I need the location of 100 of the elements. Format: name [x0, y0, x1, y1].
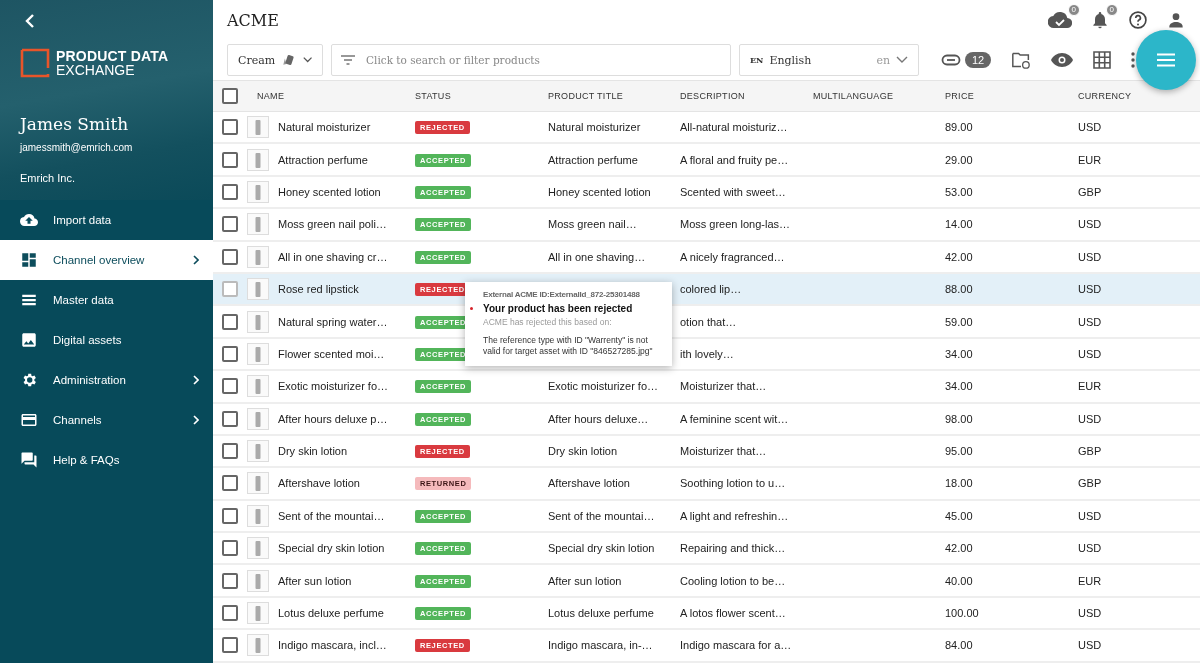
- product-name: Natural spring water…: [278, 315, 389, 328]
- row-checkbox[interactable]: [222, 443, 238, 460]
- product-thumbnail: [247, 440, 269, 463]
- bell-icon[interactable]: [1090, 10, 1110, 30]
- folder-sync-icon[interactable]: [1011, 51, 1032, 69]
- nav-item[interactable]: Channel overview: [0, 240, 213, 280]
- product-title: Lotus deluxe perfume: [548, 607, 654, 620]
- product-name: Rose red lipstick: [278, 283, 360, 296]
- row-checkbox[interactable]: [222, 605, 238, 622]
- row-checkbox[interactable]: [222, 216, 238, 233]
- column-header[interactable]: DESCRIPTION: [680, 91, 813, 101]
- currency-text: USD: [1078, 639, 1102, 652]
- product-name: Sent of the mountai…: [278, 509, 386, 522]
- row-checkbox[interactable]: [222, 119, 238, 136]
- product-title: Indigo mascara, in-…: [548, 639, 653, 652]
- currency-text: EUR: [1078, 574, 1102, 587]
- price-text: 34.00: [945, 347, 973, 360]
- caret-icon: [302, 56, 312, 64]
- product-name: Natural moisturizer: [278, 121, 372, 134]
- currency-text: GBP: [1078, 445, 1102, 458]
- currency-text: GBP: [1078, 477, 1102, 490]
- product-title: Attraction perfume: [548, 153, 638, 166]
- dashboard-icon: [20, 251, 38, 269]
- column-header[interactable]: NAME: [247, 91, 415, 101]
- description-text: Cooling lotion to be…: [680, 574, 786, 587]
- product-title: Moss green nail…: [548, 218, 637, 231]
- product-name: After sun lotion: [278, 574, 353, 587]
- row-checkbox[interactable]: [222, 378, 238, 395]
- grid-icon[interactable]: [1093, 51, 1112, 69]
- product-thumbnail: [247, 472, 269, 495]
- link-icon[interactable]: [941, 54, 961, 66]
- product-title: Dry skin lotion: [548, 445, 618, 458]
- column-header[interactable]: PRICE: [945, 91, 1078, 101]
- price-text: 59.00: [945, 315, 973, 328]
- brand-subtitle: EXCHANGE: [56, 63, 136, 77]
- eye-icon[interactable]: [1051, 53, 1074, 67]
- product-thumbnail: [247, 504, 269, 527]
- search-field[interactable]: Click to search or filter products: [331, 44, 731, 76]
- currency-text: GBP: [1078, 185, 1102, 198]
- user-name: James Smith: [20, 114, 129, 134]
- description-text: Moisturizer that…: [680, 445, 767, 458]
- product-name: Attraction perfume: [278, 153, 369, 166]
- row-checkbox[interactable]: [222, 313, 238, 330]
- column-header[interactable]: STATUS: [415, 91, 548, 101]
- brand-name: PRODUCT DATA: [56, 49, 169, 63]
- cloud-check-icon[interactable]: [1048, 10, 1072, 30]
- row-checkbox[interactable]: [222, 507, 238, 524]
- product-name: Dry skin lotion: [278, 445, 349, 458]
- caret-icon: [896, 56, 908, 64]
- price-text: 45.00: [945, 509, 973, 522]
- column-header[interactable]: PRODUCT TITLE: [548, 91, 680, 101]
- help-icon[interactable]: [1128, 10, 1148, 30]
- price-text: 53.00: [945, 185, 973, 198]
- currency-text: USD: [1078, 542, 1102, 555]
- description-text: ith lovely…: [680, 347, 734, 360]
- bullet-icon: [470, 307, 473, 310]
- currency-text: EUR: [1078, 153, 1102, 166]
- logo-icon: [20, 48, 50, 78]
- row-checkbox[interactable]: [222, 183, 238, 200]
- product-thumbnail: [247, 148, 269, 171]
- price-text: 14.00: [945, 218, 973, 231]
- column-header[interactable]: CURRENCY: [1078, 91, 1200, 101]
- row-checkbox[interactable]: [222, 345, 238, 362]
- row-checkbox[interactable]: [222, 637, 238, 654]
- currency-text: USD: [1078, 607, 1102, 620]
- product-thumbnail: [247, 537, 269, 560]
- language-dropdown[interactable]: EN English en: [739, 44, 919, 76]
- product-thumbnail: [247, 278, 269, 301]
- row-checkbox[interactable]: [222, 281, 238, 298]
- back-icon[interactable]: [25, 14, 35, 28]
- product-name: Lotus deluxe perfume: [278, 607, 385, 620]
- product-thumbnail: [247, 213, 269, 236]
- user-icon[interactable]: [1166, 10, 1186, 30]
- product-title: Aftershave lotion: [548, 477, 630, 490]
- column-header[interactable]: MULTILANGUAGE: [813, 91, 945, 101]
- swatch-dropdown[interactable]: Cream: [227, 44, 323, 76]
- row-checkbox[interactable]: [222, 410, 238, 427]
- currency-text: USD: [1078, 218, 1102, 231]
- select-all-checkbox[interactable]: [222, 88, 238, 104]
- row-checkbox[interactable]: [222, 248, 238, 265]
- row-checkbox[interactable]: [222, 540, 238, 557]
- product-name: Exotic moisturizer fo…: [278, 380, 390, 393]
- row-checkbox[interactable]: [222, 151, 238, 168]
- product-title: Exotic moisturizer fo…: [548, 380, 659, 393]
- description-text: Repairing and thick…: [680, 542, 786, 555]
- product-name: Moss green nail poli…: [278, 218, 388, 231]
- description-text: otion that…: [680, 315, 737, 328]
- page-title: ACME: [227, 10, 279, 30]
- description-text: Moisturizer that…: [680, 380, 767, 393]
- price-text: 89.00: [945, 121, 973, 134]
- tooltip-subheading: ACME has rejected this based on:: [483, 317, 613, 327]
- product-thumbnail: [247, 116, 269, 139]
- price-text: 42.00: [945, 250, 973, 263]
- product-name: Flower scented moi…: [278, 347, 386, 360]
- row-checkbox[interactable]: [222, 475, 238, 492]
- product-thumbnail: [247, 245, 269, 268]
- row-checkbox[interactable]: [222, 572, 238, 589]
- product-title: After hours deluxe…: [548, 412, 649, 425]
- more-icon[interactable]: [1131, 52, 1136, 68]
- currency-text: USD: [1078, 315, 1102, 328]
